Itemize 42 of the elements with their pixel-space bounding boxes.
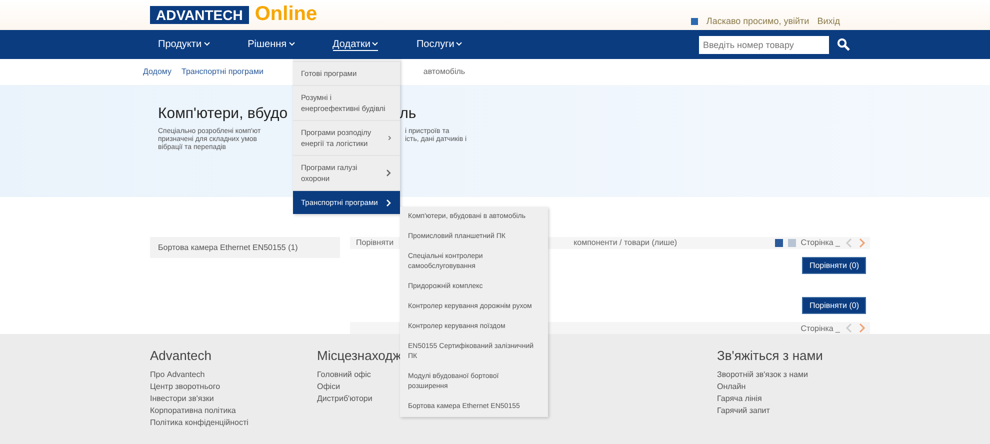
sidebar-item[interactable]: Бортова камера Ethernet EN50155 (1) [150,237,340,258]
page-title: Комп'ютери, вбудо [158,105,288,122]
footer-link[interactable]: Політика конфіденційності [150,418,248,427]
caret-icon [288,42,295,46]
footer-link[interactable]: Гаряча лінія [717,394,762,403]
footer-heading: Місцезнаходж [317,348,402,363]
grid-view-icon[interactable] [788,238,796,247]
footer-link[interactable]: Головний офіс [317,370,371,379]
logo-box[interactable]: ADVANTECH [150,6,249,24]
caret-icon [204,42,210,46]
nav-item[interactable]: Продукти [158,38,210,50]
footer-link[interactable]: Дистриб'ютори [317,394,372,403]
footer-heading: Advantech [150,348,212,363]
logout-link[interactable]: Вихід [817,16,840,26]
caret-icon [456,42,462,46]
nav-item[interactable]: Рішення [248,38,295,50]
footer-heading: Зв'яжіться з нами [717,348,823,363]
page-label: Сторінка _ [800,238,840,248]
breadcrumb-link[interactable]: Транспортні програми [182,67,264,85]
footer-link[interactable]: Офіси [317,382,340,391]
search-field[interactable]: Введіть номер товару [699,36,829,54]
footer-link[interactable]: Зворотній зв'язок з нами [717,370,808,379]
compare-text: Порівняти [356,238,394,248]
footer-link[interactable]: Центр зворотнього [150,382,220,391]
nav-item[interactable]: Додатки [332,38,378,50]
page-label: Сторінка _ [800,324,840,333]
compare-button[interactable]: Порівняти (0) [802,297,866,314]
toolbar-text: компоненти / товари (лише) [574,238,678,248]
nav-item[interactable]: Послуги [416,38,462,50]
breadcrumb-link[interactable]: автомобіль [423,67,466,85]
breadcrumb-link[interactable]: Додому [143,67,172,85]
footer-link[interactable]: Гарячий запит [717,406,770,415]
footer-link[interactable]: Онлайн [717,382,746,391]
caret-icon [372,42,378,46]
footer-link[interactable]: Про Advantech [150,370,205,379]
search-icon[interactable] [837,38,850,51]
list-view-icon[interactable] [774,238,783,247]
footer-link[interactable]: Інвестори зв'язки [150,394,214,403]
page-title: ль [400,105,416,122]
account-link[interactable]: Ласкаво просимо, увійти [706,16,810,26]
footer-link[interactable]: Корпоративна політика [150,406,236,415]
compare-button[interactable]: Порівняти (0) [802,256,866,274]
